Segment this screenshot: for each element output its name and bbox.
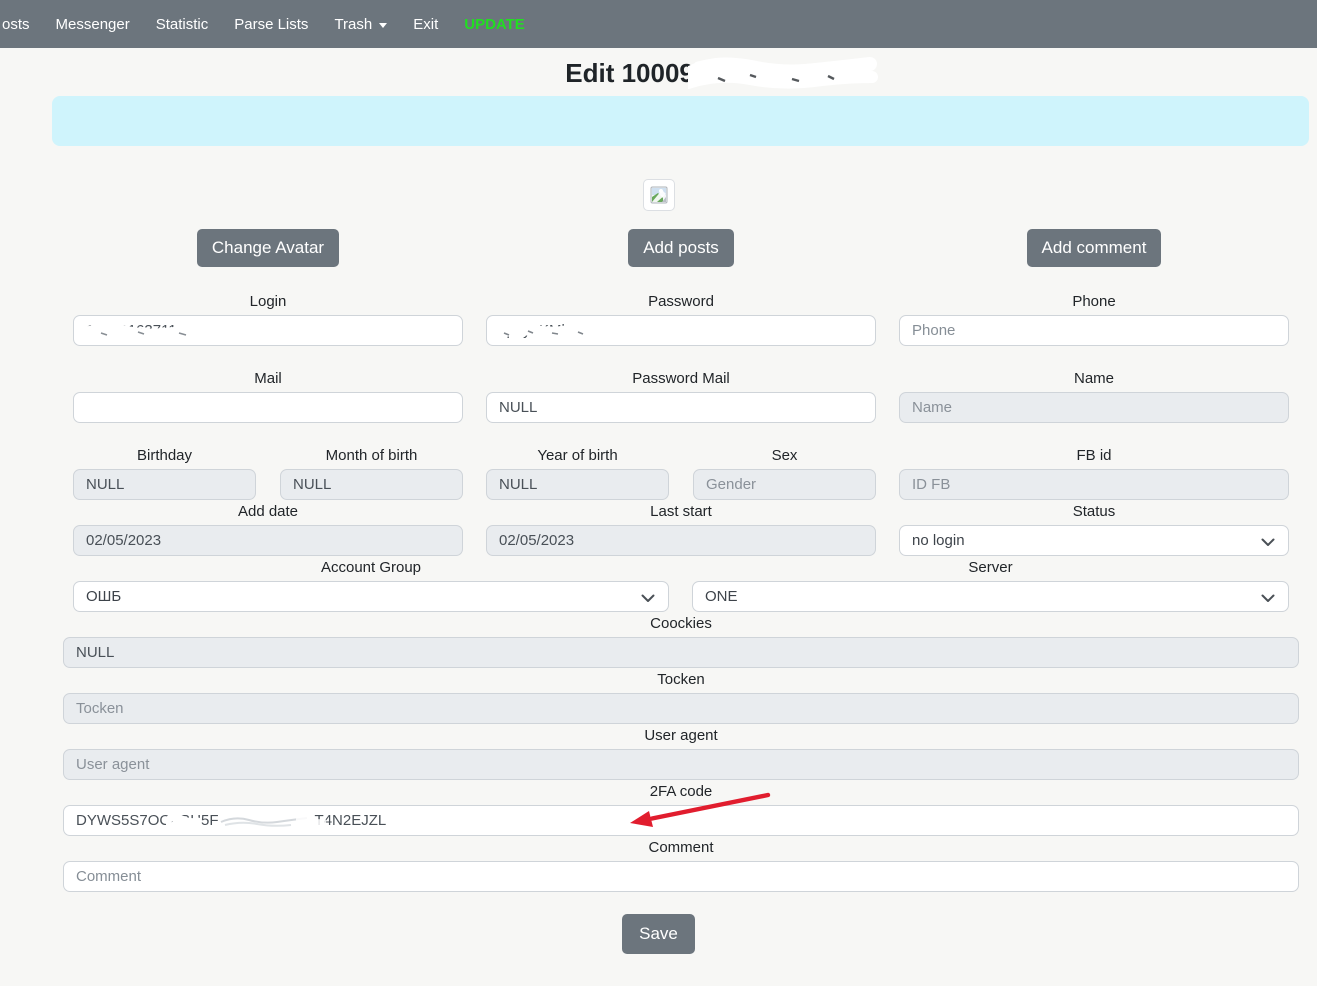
account-group-label: Account Group bbox=[320, 559, 422, 576]
redaction-scribble bbox=[166, 813, 200, 829]
coockies-input[interactable] bbox=[63, 637, 1299, 668]
nav-item-posts[interactable]: osts bbox=[2, 16, 43, 33]
nav-item-exit[interactable]: Exit bbox=[400, 16, 451, 33]
broken-image-icon bbox=[650, 186, 667, 204]
top-navbar: osts Messenger Statistic Parse Lists Tra… bbox=[0, 0, 1317, 48]
nav-item-trash-label: Trash bbox=[334, 15, 373, 33]
password-input[interactable] bbox=[486, 315, 876, 346]
chevron-down-icon bbox=[1261, 538, 1275, 546]
info-alert bbox=[52, 96, 1309, 146]
fb-id-input[interactable] bbox=[899, 469, 1289, 500]
nav-item-messenger[interactable]: Messenger bbox=[43, 16, 143, 33]
sex-label: Sex bbox=[771, 447, 798, 464]
status-label: Status bbox=[1072, 503, 1116, 520]
sex-input[interactable] bbox=[693, 469, 876, 500]
tocken-input[interactable] bbox=[63, 693, 1299, 724]
nav-item-trash[interactable]: Trash bbox=[321, 16, 400, 33]
account-group-select[interactable]: ОШБ bbox=[73, 581, 669, 612]
mail-label: Mail bbox=[254, 370, 282, 387]
nav-item-update[interactable]: UPDATE bbox=[451, 16, 538, 33]
name-label: Name bbox=[1073, 370, 1114, 387]
nav-item-exit-label: Exit bbox=[413, 15, 439, 33]
form-row-2: Mail Password Mail Name bbox=[73, 370, 1289, 423]
form-row-3: Birthday Month of birth Year of birth Se… bbox=[73, 447, 1289, 500]
change-avatar-button[interactable]: Change Avatar bbox=[196, 229, 340, 267]
birthday-label: Birthday bbox=[136, 447, 193, 464]
avatar bbox=[642, 179, 675, 211]
nav-item-statistic-label: Statistic bbox=[155, 15, 209, 33]
add-date-input[interactable] bbox=[73, 525, 463, 556]
add-posts-button[interactable]: Add posts bbox=[628, 229, 734, 267]
2fa-code-input[interactable]: DYWS5S7OCEBH5F T4N2EJZL bbox=[63, 805, 1299, 836]
name-input[interactable] bbox=[899, 392, 1289, 423]
save-button[interactable]: Save bbox=[622, 914, 695, 954]
mail-input[interactable] bbox=[73, 392, 463, 423]
chevron-down-icon bbox=[641, 594, 655, 602]
status-select-value: no login bbox=[912, 532, 965, 549]
page-title: Edit 100091637 bbox=[565, 58, 752, 88]
form-row-1: Login Password Phone bbox=[73, 293, 1289, 346]
add-comment-button[interactable]: Add comment bbox=[1026, 229, 1162, 267]
nav-item-update-label: UPDATE bbox=[464, 15, 525, 33]
redaction-scribble bbox=[296, 815, 326, 826]
action-buttons-row: Change Avatar Add posts Add comment bbox=[73, 229, 1289, 267]
tocken-label: Tocken bbox=[657, 671, 705, 688]
nav-item-parse-lists-label: Parse Lists bbox=[234, 15, 309, 33]
year-of-birth-label: Year of birth bbox=[537, 447, 618, 464]
comment-input[interactable] bbox=[63, 861, 1299, 892]
nav-item-statistic[interactable]: Statistic bbox=[143, 16, 222, 33]
save-row: Save bbox=[0, 914, 1317, 954]
user-agent-group: User agent bbox=[63, 727, 1299, 780]
form-row-4: Add date Last start Status no login bbox=[73, 503, 1289, 556]
server-label: Server bbox=[968, 559, 1013, 576]
form-row-5: Account Group ОШБ Server ONE bbox=[73, 559, 1289, 612]
phone-input[interactable] bbox=[899, 315, 1289, 346]
password-mail-label: Password Mail bbox=[632, 370, 730, 387]
server-select[interactable]: ONE bbox=[692, 581, 1289, 612]
nav-item-parse-lists[interactable]: Parse Lists bbox=[221, 16, 321, 33]
title-row: Edit 100091637 bbox=[0, 57, 1317, 91]
password-label: Password bbox=[648, 293, 714, 310]
nav-item-posts-label: osts bbox=[2, 15, 30, 33]
login-input[interactable] bbox=[73, 315, 463, 346]
avatar-row bbox=[0, 179, 1317, 211]
user-agent-input[interactable] bbox=[63, 749, 1299, 780]
status-select[interactable]: no login bbox=[899, 525, 1289, 556]
chevron-down-icon bbox=[1261, 594, 1275, 602]
last-start-label: Last start bbox=[650, 503, 712, 520]
month-of-birth-input[interactable] bbox=[280, 469, 463, 500]
2fa-code-label: 2FA code bbox=[649, 783, 713, 800]
year-of-birth-input[interactable] bbox=[486, 469, 669, 500]
user-agent-label: User agent bbox=[644, 727, 718, 744]
month-of-birth-label: Month of birth bbox=[325, 447, 418, 464]
coockies-label: Coockies bbox=[650, 615, 712, 632]
fb-id-label: FB id bbox=[1076, 447, 1112, 464]
nav-item-messenger-label: Messenger bbox=[55, 15, 130, 33]
comment-group: Comment bbox=[63, 839, 1299, 892]
server-select-value: ONE bbox=[705, 588, 738, 605]
password-mail-input[interactable] bbox=[486, 392, 876, 423]
last-start-input[interactable] bbox=[486, 525, 876, 556]
2fa-code-group: 2FA code DYWS5S7OCEBH5F T4N2EJZL bbox=[63, 783, 1299, 836]
coockies-group: Coockies bbox=[63, 615, 1299, 668]
comment-label: Comment bbox=[648, 839, 714, 856]
birthday-input[interactable] bbox=[73, 469, 256, 500]
account-group-select-value: ОШБ bbox=[86, 588, 122, 605]
add-date-label: Add date bbox=[237, 503, 299, 520]
chevron-down-icon bbox=[379, 22, 388, 28]
tocken-group: Tocken bbox=[63, 671, 1299, 724]
login-label: Login bbox=[249, 293, 287, 310]
phone-label: Phone bbox=[1072, 293, 1116, 310]
